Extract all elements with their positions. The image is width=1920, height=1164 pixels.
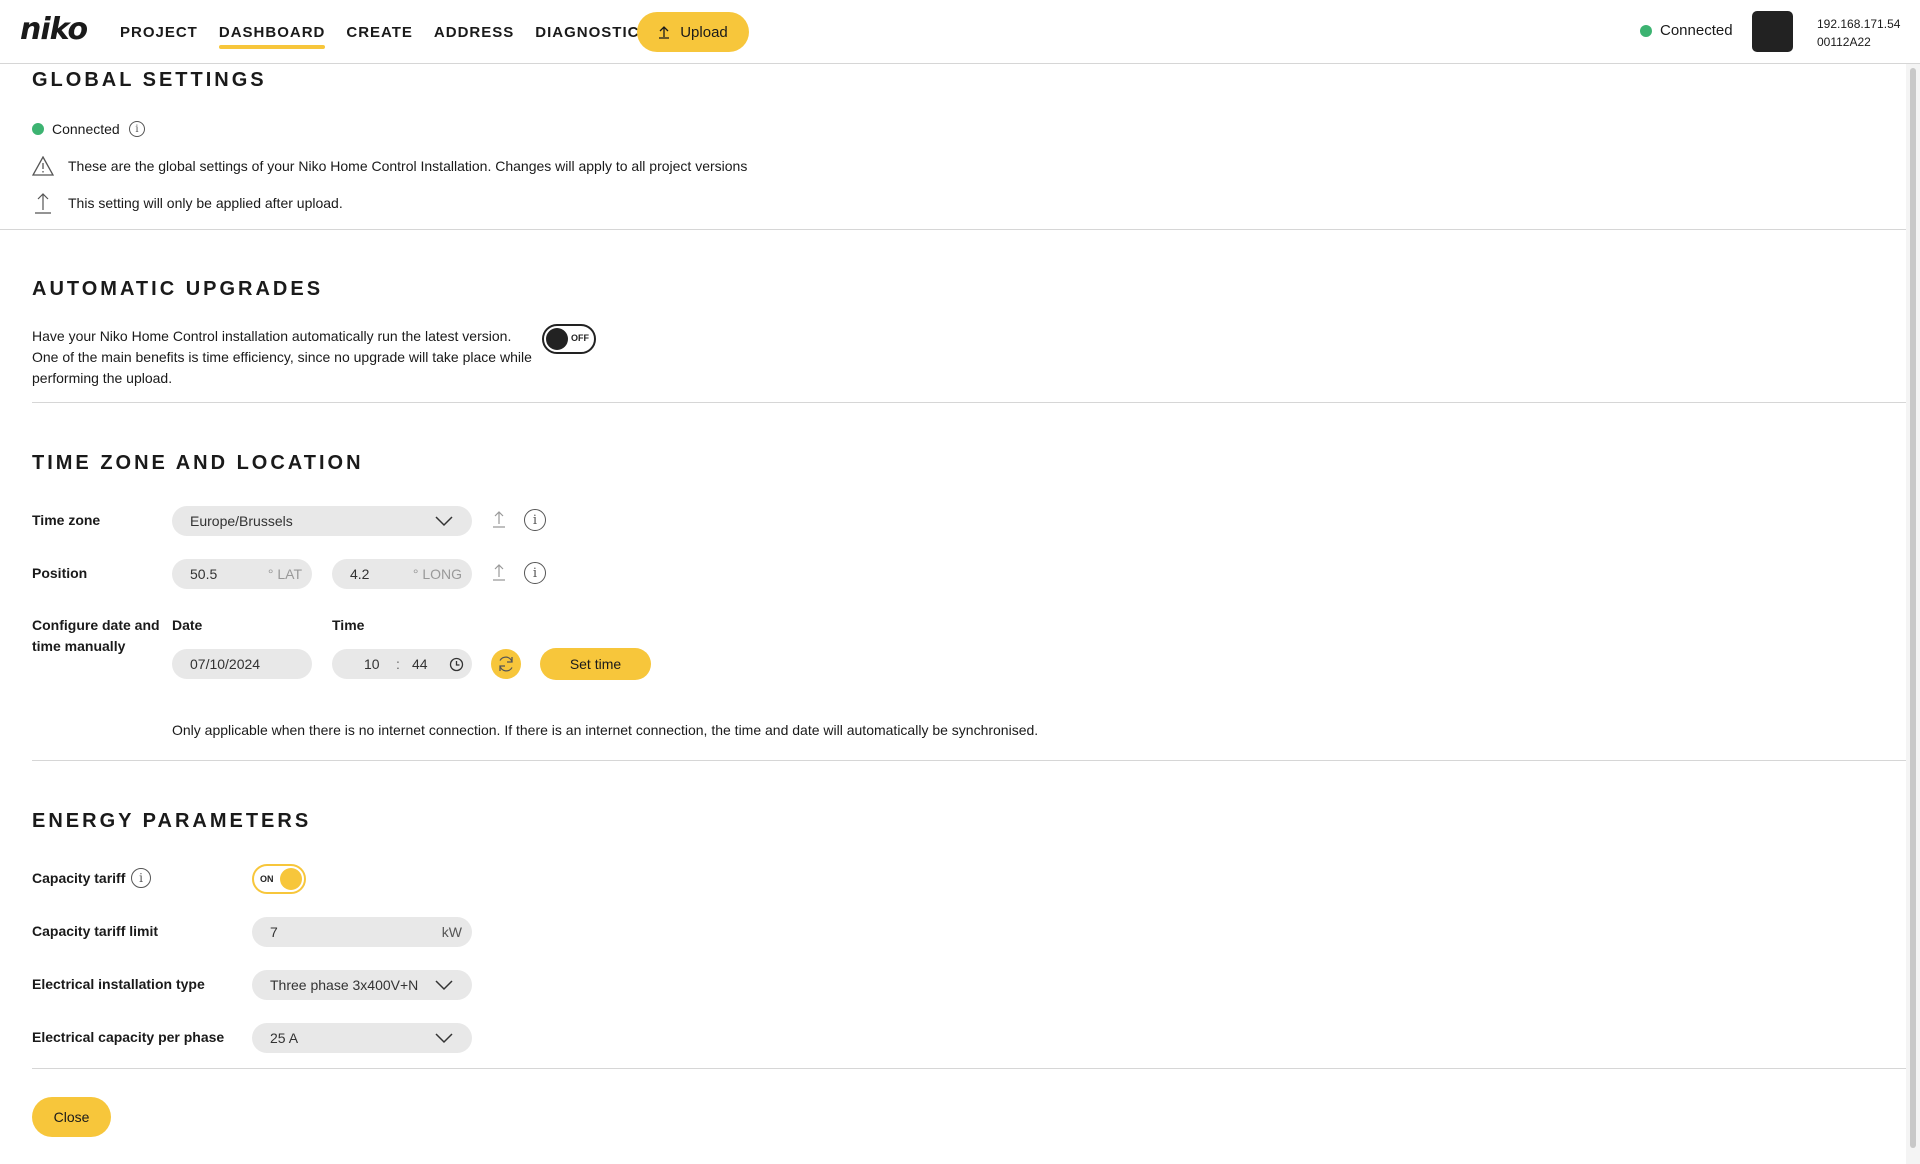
connection-status: Connected bbox=[1640, 22, 1733, 39]
upload-button[interactable]: Upload bbox=[637, 12, 749, 52]
date-label: Date bbox=[172, 617, 203, 633]
installation-type-label: Electrical installation type bbox=[32, 976, 205, 992]
nav-diagnostics-label: DIAGNOSTICS bbox=[535, 23, 651, 41]
divider bbox=[32, 1068, 1906, 1069]
divider bbox=[32, 760, 1906, 761]
time-label: Time bbox=[332, 617, 365, 633]
set-time-button[interactable]: Set time bbox=[540, 648, 651, 680]
sync-time-button[interactable] bbox=[491, 649, 521, 679]
installation-type-select[interactable]: Three phase 3x400V+N bbox=[252, 970, 472, 1000]
global-status-dot bbox=[32, 123, 44, 135]
niko-logo[interactable]: niko bbox=[20, 12, 88, 47]
configure-manually-line-1: Configure date and bbox=[32, 617, 160, 633]
device-avatar[interactable] bbox=[1752, 11, 1793, 52]
installation-type-value: Three phase 3x400V+N bbox=[270, 977, 419, 993]
main-nav: PROJECT DASHBOARD CREATE ADDRESS DIAGNOS… bbox=[120, 0, 689, 64]
clock-icon[interactable] bbox=[449, 657, 464, 672]
capacity-per-phase-value: 25 A bbox=[270, 1030, 299, 1046]
nav-address[interactable]: ADDRESS bbox=[434, 0, 514, 64]
time-zone-select[interactable]: Europe/Brussels bbox=[172, 506, 472, 536]
warning-icon bbox=[32, 156, 54, 176]
close-button[interactable]: Close bbox=[32, 1097, 111, 1137]
global-warning-text: These are the global settings of your Ni… bbox=[68, 158, 748, 174]
upgrades-desc-line-1: Have your Niko Home Control installation… bbox=[32, 328, 512, 344]
time-zone-title: TIME ZONE AND LOCATION bbox=[32, 452, 364, 474]
minute-value[interactable]: 44 bbox=[412, 656, 428, 672]
upgrades-desc-line-3: performing the upload. bbox=[32, 370, 173, 386]
manual-time-note: Only applicable when there is no interne… bbox=[172, 722, 1039, 738]
scrollbar-thumb[interactable] bbox=[1910, 68, 1916, 1148]
time-zone-label: Time zone bbox=[32, 512, 101, 528]
device-serial: 00112A22 bbox=[1817, 35, 1871, 49]
date-value: 07/10/2024 bbox=[190, 656, 261, 672]
upload-label: Upload bbox=[680, 23, 728, 41]
capacity-tariff-limit-input[interactable]: 7 kW bbox=[252, 917, 472, 947]
capacity-tariff-limit-unit: kW bbox=[441, 924, 462, 940]
longitude-input[interactable]: 4.2 ° LONG bbox=[332, 559, 472, 589]
upload-icon bbox=[659, 26, 670, 39]
capacity-per-phase-select[interactable]: 25 A bbox=[252, 1023, 472, 1053]
chevron-down-icon bbox=[435, 516, 453, 527]
toggle-knob bbox=[546, 328, 568, 350]
latitude-unit: ° LAT bbox=[267, 566, 302, 582]
longitude-value: 4.2 bbox=[350, 566, 370, 582]
hour-value[interactable]: 10 bbox=[364, 656, 380, 672]
upgrades-description: Have your Niko Home Control installation… bbox=[32, 326, 532, 389]
configure-manually-line-2: time manually bbox=[32, 638, 126, 654]
position-label: Position bbox=[32, 565, 88, 581]
upload-required-icon bbox=[493, 511, 505, 528]
configure-manually-label: Configure date and time manually bbox=[32, 615, 160, 657]
upload-required-icon bbox=[493, 564, 505, 581]
energy-parameters-title: ENERGY PARAMETERS bbox=[32, 810, 312, 832]
upload-note-text: This setting will only be applied after … bbox=[68, 195, 343, 211]
nav-create[interactable]: CREATE bbox=[346, 0, 413, 64]
capacity-tariff-limit-label: Capacity tariff limit bbox=[32, 923, 159, 939]
upgrades-desc-line-2: One of the main benefits is time efficie… bbox=[32, 349, 532, 365]
capacity-tariff-info-icon[interactable]: i bbox=[131, 868, 151, 888]
toggle-knob bbox=[280, 868, 302, 890]
nav-dashboard[interactable]: DASHBOARD bbox=[218, 0, 326, 64]
capacity-tariff-limit-value: 7 bbox=[270, 924, 278, 940]
longitude-unit: ° LONG bbox=[412, 566, 462, 582]
divider bbox=[32, 402, 1906, 403]
toggle-state-label: OFF bbox=[571, 333, 589, 343]
capacity-per-phase-label: Electrical capacity per phase bbox=[32, 1029, 225, 1045]
chevron-down-icon bbox=[435, 1033, 453, 1044]
status-info-icon[interactable]: i bbox=[129, 121, 145, 137]
device-ip: 192.168.171.54 bbox=[1817, 17, 1901, 31]
capacity-tariff-toggle[interactable]: ON bbox=[252, 864, 306, 894]
top-bar: niko PROJECT DASHBOARD CREATE ADDRESS DI… bbox=[0, 0, 1920, 64]
status-dot bbox=[1640, 24, 1652, 37]
refresh-icon bbox=[499, 656, 513, 672]
automatic-upgrades-toggle[interactable]: OFF bbox=[542, 324, 596, 354]
time-zone-value: Europe/Brussels bbox=[190, 513, 293, 529]
position-info-icon[interactable]: i bbox=[524, 562, 546, 584]
automatic-upgrades-title: AUTOMATIC UPGRADES bbox=[32, 278, 324, 300]
global-status-label: Connected bbox=[52, 121, 120, 137]
latitude-input[interactable]: 50.5 ° LAT bbox=[172, 559, 312, 589]
chevron-down-icon bbox=[435, 980, 453, 991]
upload-note-icon bbox=[35, 193, 51, 214]
time-zone-info-icon[interactable]: i bbox=[524, 509, 546, 531]
global-settings-title: GLOBAL SETTINGS bbox=[32, 69, 267, 91]
capacity-tariff-label: Capacity tariff bbox=[32, 870, 126, 886]
device-info: 192.168.171.54 00112A22 bbox=[1817, 15, 1900, 51]
date-input[interactable]: 07/10/2024 bbox=[172, 649, 312, 679]
latitude-value: 50.5 bbox=[190, 566, 218, 582]
divider bbox=[0, 229, 1906, 230]
connection-status-label: Connected bbox=[1660, 22, 1733, 39]
toggle-state-label: ON bbox=[260, 874, 274, 884]
nav-project[interactable]: PROJECT bbox=[120, 0, 198, 64]
time-input[interactable]: 10 : 44 bbox=[332, 649, 472, 679]
time-separator: : bbox=[396, 656, 400, 672]
